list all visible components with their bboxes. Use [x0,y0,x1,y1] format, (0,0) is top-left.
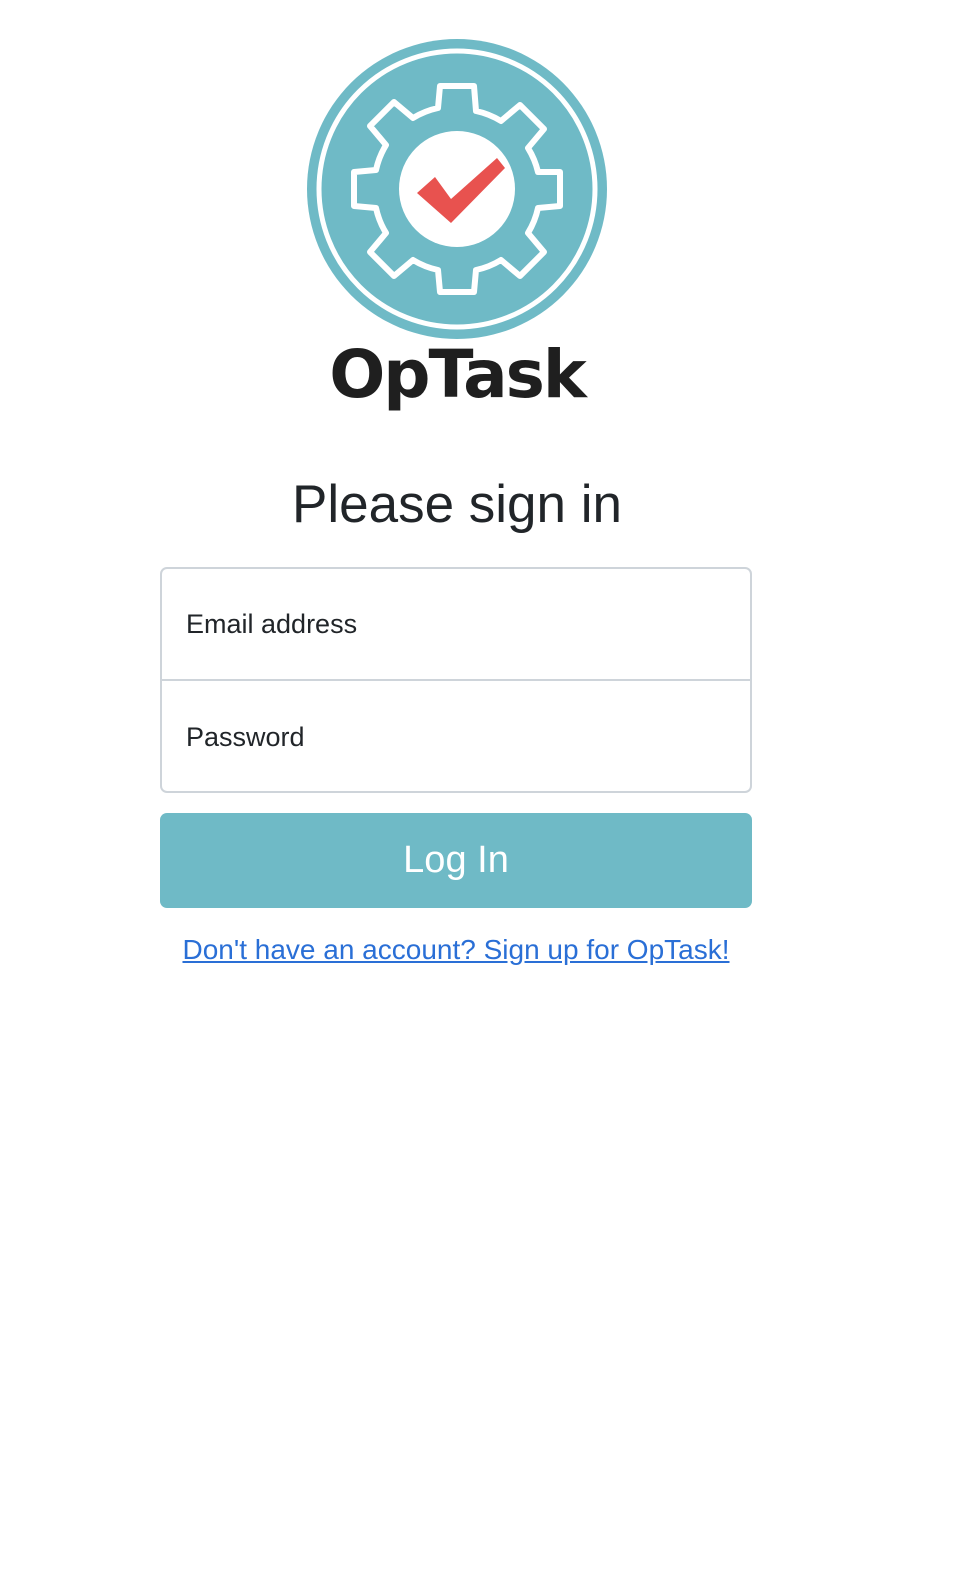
login-button[interactable]: Log In [160,813,752,908]
password-field[interactable] [162,681,750,791]
login-form [160,567,752,793]
signup-link[interactable]: Don't have an account? Sign up for OpTas… [182,934,729,965]
brand-name: OpTask [329,336,587,413]
gear-checkmark-icon [307,39,607,339]
page-title: Please sign in [292,475,622,534]
signup-link-wrap: Don't have an account? Sign up for OpTas… [0,930,912,970]
email-field[interactable] [162,569,750,681]
brand-logo [306,38,608,340]
